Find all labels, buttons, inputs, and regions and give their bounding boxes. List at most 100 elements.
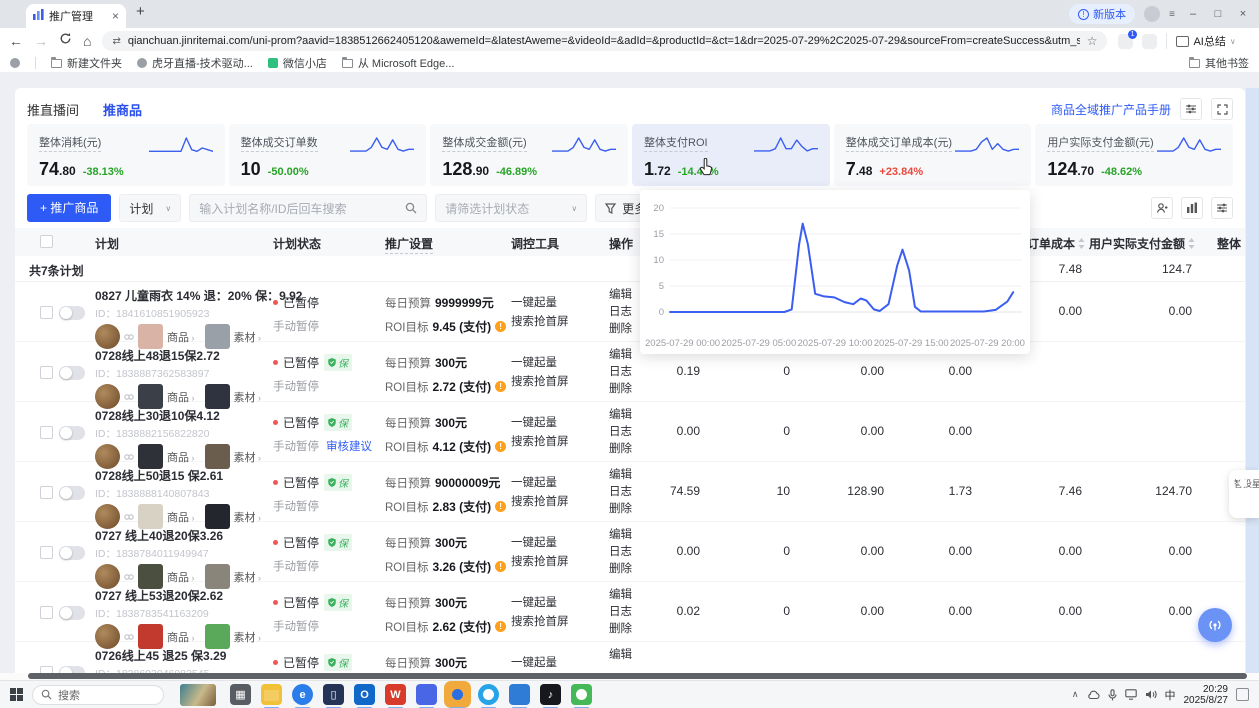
ai-summary-button[interactable]: AI总结 ∨ [1166,33,1235,49]
tab-close-icon[interactable]: × [112,10,119,22]
window-minimize-button[interactable]: – [1185,8,1201,20]
stat-card[interactable]: 整体成交订单成本(元) 7.48 +23.84% [834,124,1032,186]
row-toggle-switch[interactable] [59,426,85,440]
taskbar-app-browser-active[interactable] [447,684,468,705]
row-toggle-switch[interactable] [59,546,85,560]
taskbar-clock[interactable]: 20:29 2025/8/27 [1184,684,1229,706]
display-icon[interactable] [1125,689,1137,700]
tools-cell[interactable]: 一键起量搜索抢首屏 [511,594,569,632]
taskbar-app-tiktok[interactable]: ♪ [540,684,561,705]
taskbar-app-app-sky[interactable] [478,684,499,705]
select-all-checkbox[interactable] [40,235,53,248]
broadcast-float-button[interactable] [1198,608,1232,642]
table-settings-button[interactable] [1211,197,1233,219]
other-bookmarks-button[interactable]: 其他书签 [1189,55,1249,71]
bookmark-item[interactable]: 微信小店 [268,55,327,71]
row-checkbox[interactable] [40,426,53,439]
ime-indicator[interactable]: 中 [1165,687,1176,703]
row-toggle-switch[interactable] [59,486,85,500]
speaker-icon[interactable] [1145,689,1157,700]
actions-cell[interactable]: 编辑 [609,647,632,664]
product-manual-link[interactable]: 商品全域推广产品手册 [1051,101,1171,118]
notification-center-icon[interactable] [1236,688,1249,701]
reload-button[interactable] [59,32,72,50]
bookmark-star-icon[interactable]: ☆ [1087,34,1098,48]
row-checkbox[interactable] [40,546,53,559]
row-toggle-switch[interactable] [59,306,85,320]
status-filter-select[interactable]: 请筛选计划状态 ∨ [435,194,587,222]
row-checkbox[interactable] [40,306,53,319]
forward-button[interactable]: → [34,34,48,48]
tools-cell[interactable]: 一键起量搜索抢首屏 [511,414,569,452]
row-checkbox[interactable] [40,366,53,379]
row-checkbox[interactable] [40,666,53,673]
profile-avatar[interactable] [1144,6,1160,22]
plan-title[interactable]: 0728线上30退10保4.12 [95,407,275,424]
tray-expand-icon[interactable]: ∧ [1072,689,1079,700]
bookmark-item[interactable]: 虎牙直播-技术驱动... [137,55,253,71]
fullscreen-button[interactable] [1211,98,1233,120]
plan-title[interactable]: 0827 儿童雨衣 14% 退：20% 保：9.92 [95,287,275,304]
custom-columns-button[interactable] [1181,197,1203,219]
taskbar-app-task-view[interactable]: ▦ [230,684,251,705]
plan-title[interactable]: 0728线上50退15 保2.61 [95,467,275,484]
tools-cell[interactable]: 一键起量搜索抢首屏 [511,354,569,392]
bookmark-item[interactable]: 新建文件夹 [51,55,122,71]
custom-audience-button[interactable] [1151,197,1173,219]
taskbar-app-file-explorer[interactable] [261,684,282,705]
new-version-button[interactable]: ! 新版本 [1069,4,1135,24]
tools-cell[interactable]: 一键起量 [511,654,557,673]
stat-card[interactable]: 整体支付ROI 1.72 -14.43% [632,124,830,186]
desktop-thumbnail[interactable] [180,684,216,706]
plan-title[interactable]: 0727 线上40退20保3.26 [95,527,275,544]
taskbar-app-app-indigo[interactable] [416,684,437,705]
review-link[interactable]: 审核建议 [326,438,372,454]
taskbar-app-docs-blue[interactable] [509,684,530,705]
microphone-icon[interactable] [1108,689,1117,701]
back-button[interactable]: ← [9,34,23,48]
search-input[interactable]: 输入计划名称/ID后回车搜索 [189,194,427,222]
window-maximize-button[interactable]: □ [1210,8,1226,20]
plan-type-select[interactable]: 计划 ∨ [119,194,181,222]
sort-icon[interactable] [1078,238,1085,249]
window-close-button[interactable]: × [1235,8,1251,20]
tab-live-room[interactable]: 推直播间 [27,100,79,119]
tools-cell[interactable]: 一键起量搜索抢首屏 [511,474,569,512]
row-checkbox[interactable] [40,486,53,499]
plan-title[interactable]: 0728线上48退15保2.72 [95,347,275,364]
taskbar-app-edge-browser[interactable]: e [292,684,313,705]
right-scroll-strip[interactable] [1246,88,1259,673]
tools-cell[interactable]: 一键起量搜索抢首屏 [511,294,569,332]
extensions-menu-icon[interactable] [1142,34,1157,49]
taskbar-app-wps-word[interactable]: W [385,684,406,705]
taskbar-app-wechat[interactable] [571,684,592,705]
zhitouxing-widget[interactable]: 智投星 [1229,470,1259,518]
row-checkbox[interactable] [40,606,53,619]
browser-menu-icon[interactable]: ≡ [1169,9,1176,20]
site-info-icon[interactable]: ⇄ [112,36,120,47]
taskbar-search[interactable]: 搜索 [32,685,164,705]
tools-cell[interactable]: 一键起量搜索抢首屏 [511,534,569,572]
actions-cell[interactable]: 编辑日志删除 [609,287,632,338]
extension-icon[interactable]: 1 [1118,34,1133,49]
reading-list-icon[interactable] [10,58,20,68]
sort-icon[interactable] [1188,238,1195,249]
cloud-icon[interactable] [1087,690,1100,700]
browser-tab[interactable]: 推广管理 × [26,4,126,28]
row-toggle-switch[interactable] [59,366,85,380]
home-button[interactable]: ⌂ [83,34,91,48]
stat-card[interactable]: 整体消耗(元) 74.80 -38.13% [27,124,225,186]
taskbar-app-phone-link[interactable]: ▯ [323,684,344,705]
stat-card[interactable]: 用户实际支付金额(元) 124.70 -48.62% [1035,124,1233,186]
col-user-pay[interactable]: 用户实际支付金额 [1089,235,1195,252]
layout-settings-button[interactable] [1180,98,1202,120]
taskbar-app-outlook[interactable]: O [354,684,375,705]
new-tab-button[interactable]: + [136,3,145,20]
row-toggle-switch[interactable] [59,666,85,673]
url-bar[interactable]: ⇄ qianchuan.jinritemai.com/uni-prom?aavi… [102,31,1107,51]
stat-card[interactable]: 整体成交金额(元) 128.90 -46.89% [430,124,628,186]
bookmark-item[interactable]: 从 Microsoft Edge... [342,55,455,71]
horizontal-scrollbar-thumb[interactable] [28,673,1247,679]
plan-title[interactable]: 0727 线上53退20保2.62 [95,587,275,604]
promote-product-button[interactable]: + 推广商品 [27,194,111,222]
